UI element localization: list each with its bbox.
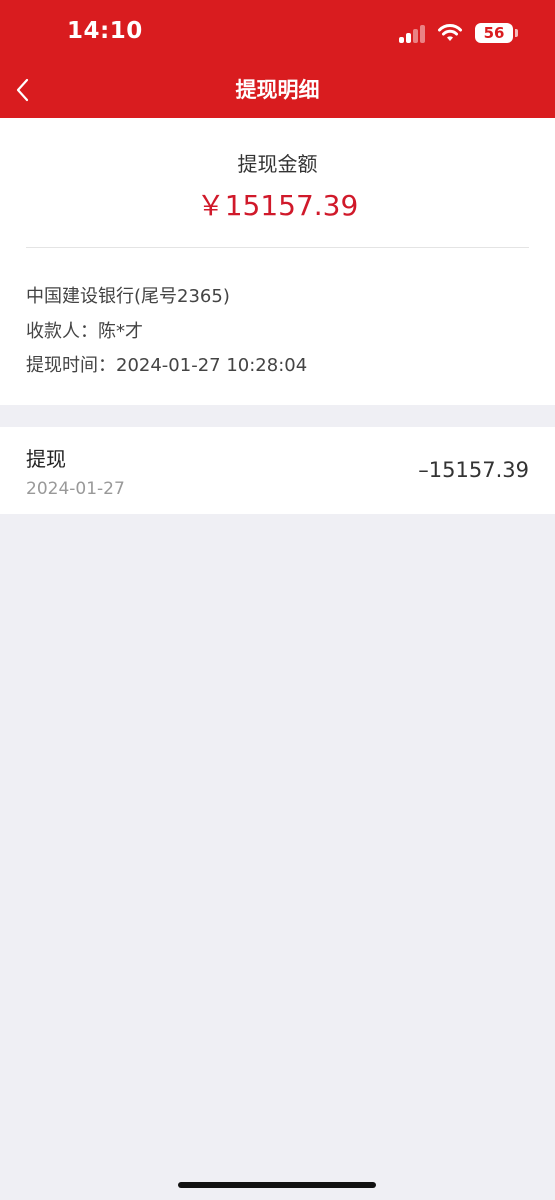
page-title: 提现明细: [235, 78, 320, 102]
transaction-amount: –15157.39: [418, 458, 529, 482]
home-indicator[interactable]: [178, 1182, 376, 1188]
signal-icon: [399, 23, 425, 43]
transaction-date: 2024-01-27: [26, 479, 125, 499]
battery-icon: 56: [475, 23, 518, 43]
withdrawal-time: 提现时间：2024-01-27 10:28:04: [26, 355, 308, 376]
amount-label: 提现金额: [237, 152, 318, 176]
payee: 收款人：陈*才: [26, 321, 143, 342]
transaction-title: 提现: [26, 447, 66, 471]
amount-value: ￥15157.39: [196, 189, 359, 222]
bank-account: 中国建设银行(尾号2365): [26, 286, 230, 307]
divider: [26, 247, 529, 248]
header-bar: 14:10 56 提现明细: [0, 0, 555, 118]
transaction-row[interactable]: 提现 2024-01-27 –15157.39: [0, 427, 555, 514]
status-icons: 56: [399, 20, 518, 46]
wifi-icon: [438, 24, 462, 41]
withdrawal-summary-card: 提现金额 ￥15157.39 中国建设银行(尾号2365) 收款人：陈*才 提现…: [0, 118, 555, 405]
status-time: 14:10: [67, 18, 143, 44]
